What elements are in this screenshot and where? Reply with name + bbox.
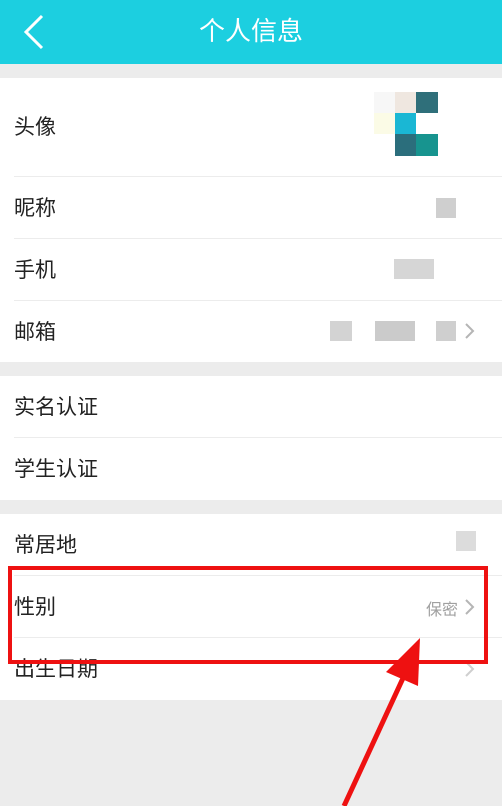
row-nickname[interactable]: 昵称: [0, 177, 502, 239]
real-name-verify-label: 实名认证: [14, 395, 98, 419]
phone-label: 手机: [14, 258, 56, 282]
chevron-right-icon: [465, 323, 475, 339]
email-value-blurred: [375, 321, 415, 341]
title-bar: 个人信息: [0, 0, 502, 64]
highlight-box: [8, 566, 488, 664]
phone-value-blurred: [394, 259, 434, 279]
page-title: 个人信息: [198, 17, 303, 47]
row-student-verify[interactable]: 学生认证: [0, 438, 502, 500]
row-email[interactable]: 邮箱: [0, 301, 502, 363]
student-verify-label: 学生认证: [14, 457, 98, 481]
row-real-name-verify[interactable]: 实名认证: [0, 376, 502, 438]
verification-section: 实名认证 学生认证: [0, 376, 502, 500]
avatar[interactable]: [374, 92, 438, 156]
email-label: 邮箱: [14, 320, 56, 344]
nickname-label: 昵称: [14, 196, 56, 220]
avatar-label: 头像: [14, 115, 56, 139]
email-value-blurred: [436, 321, 456, 341]
nickname-value-blurred: [436, 198, 456, 218]
residence-value-blurred: [456, 531, 476, 551]
email-value-blurred: [330, 321, 352, 341]
